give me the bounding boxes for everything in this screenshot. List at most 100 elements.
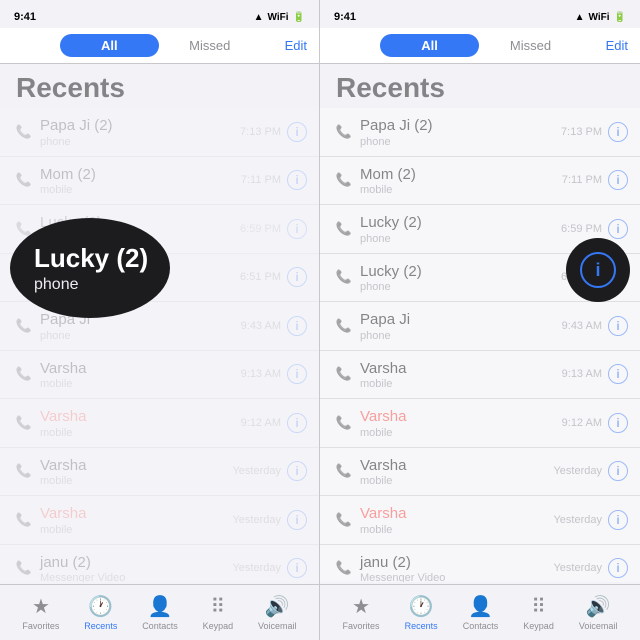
call-direction-icon: 📞 — [16, 124, 32, 140]
info-button[interactable]: i — [608, 558, 628, 578]
call-item-missed: 📞 Varsha mobile 9:12 AM i — [0, 399, 319, 448]
call-type: mobile — [360, 378, 562, 390]
call-direction-icon: 📞 — [16, 415, 32, 431]
call-name: Mom (2) — [360, 165, 562, 185]
call-name: Varsha — [360, 456, 553, 476]
call-info: Papa Ji phone — [360, 310, 562, 342]
call-name: Papa Ji (2) — [40, 116, 240, 136]
calls-left: 📞 Papa Ji (2) phone 7:13 PM i 📞 Mom (2) … — [0, 108, 319, 582]
call-name: Varsha — [40, 359, 241, 379]
nav-label: Recents — [84, 621, 117, 631]
call-time: Yesterday — [553, 465, 602, 477]
nav-label: Keypad — [523, 621, 554, 631]
call-info: Varsha mobile — [40, 504, 232, 536]
battery-icon-right: 🔋 — [614, 12, 626, 23]
call-info: Mom (2) mobile — [360, 165, 562, 197]
call-name: Lucky (2) — [360, 213, 561, 233]
call-type: phone — [360, 233, 561, 245]
call-item-missed: 📞 Varsha mobile Yesterday i — [0, 496, 319, 545]
call-list-left: 📞 Papa Ji (2) phone 7:13 PM i 📞 Mom (2) … — [0, 108, 319, 582]
tab-missed-right[interactable]: Missed — [481, 34, 580, 57]
battery-icon-left: 🔋 — [293, 12, 305, 23]
nav-favorites[interactable]: ★ Favorites — [22, 594, 59, 631]
nav-contacts-right[interactable]: 👤 Contacts — [463, 594, 499, 631]
nav-recents[interactable]: 🕐 Recents — [84, 594, 117, 631]
nav-favorites-right[interactable]: ★ Favorites — [343, 594, 380, 631]
info-button[interactable]: i — [287, 510, 307, 530]
info-button[interactable]: i — [287, 413, 307, 433]
info-button[interactable]: i — [287, 267, 307, 287]
call-info: Varsha mobile — [360, 407, 562, 439]
nav-label: Favorites — [22, 621, 59, 631]
info-button[interactable]: i — [287, 461, 307, 481]
nav-contacts[interactable]: 👤 Contacts — [142, 594, 178, 631]
call-item: 📞 Varsha mobile Yesterday i — [320, 448, 640, 497]
call-name: Lucky (2) — [360, 262, 561, 282]
contacts-icon: 👤 — [148, 594, 173, 619]
recents-title-right: Recents — [320, 64, 640, 108]
call-time: 7:13 PM — [240, 126, 281, 138]
call-item: 📞 Papa Ji (2) phone 7:13 PM i — [0, 108, 319, 157]
edit-btn-left[interactable]: Edit — [285, 38, 307, 53]
info-button[interactable]: i — [608, 122, 628, 142]
nav-label: Contacts — [142, 621, 178, 631]
call-name: Varsha — [40, 456, 232, 476]
nav-recents-right[interactable]: 🕐 Recents — [405, 594, 438, 631]
star-icon: ★ — [352, 594, 370, 619]
nav-keypad-right[interactable]: ⠿ Keypad — [523, 594, 554, 631]
info-button[interactable]: i — [287, 219, 307, 239]
signal-icon-right: ▲ — [575, 12, 585, 23]
nav-voicemail[interactable]: 🔊 Voicemail — [258, 594, 297, 631]
call-type: Messenger Video — [40, 572, 232, 582]
wifi-icon-right: WiFi — [589, 12, 610, 23]
status-icons-left: ▲ WiFi 🔋 — [254, 12, 305, 23]
info-button[interactable]: i — [608, 316, 628, 336]
info-button[interactable]: i — [608, 170, 628, 190]
voicemail-icon: 🔊 — [265, 594, 290, 619]
call-direction-icon: 📞 — [336, 172, 352, 188]
call-type: mobile — [40, 427, 241, 439]
info-button[interactable]: i — [608, 219, 628, 239]
call-info: Varsha mobile — [40, 359, 241, 391]
call-time: 6:59 PM — [240, 223, 281, 235]
nav-label: Voicemail — [579, 621, 618, 631]
call-time: 9:43 AM — [241, 320, 281, 332]
info-button[interactable]: i — [287, 364, 307, 384]
calls-right: 📞 Papa Ji (2) phone 7:13 PM i 📞 Mom (2) … — [320, 108, 640, 582]
tooltip-overlay-left: Lucky (2) phone — [10, 218, 170, 318]
call-direction-icon: 📞 — [16, 172, 32, 188]
nav-voicemail-right[interactable]: 🔊 Voicemail — [579, 594, 618, 631]
call-item: 📞 Varsha mobile Yesterday i — [0, 448, 319, 497]
call-time: 9:13 AM — [562, 368, 602, 380]
call-type: mobile — [360, 475, 553, 487]
nav-keypad[interactable]: ⠿ Keypad — [203, 594, 234, 631]
tab-all-left[interactable]: All — [60, 34, 159, 57]
info-button[interactable]: i — [608, 461, 628, 481]
info-button[interactable]: i — [287, 558, 307, 578]
info-button[interactable]: i — [608, 510, 628, 530]
call-time: Yesterday — [553, 514, 602, 526]
info-button[interactable]: i — [287, 170, 307, 190]
signal-icon-left: ▲ — [254, 12, 264, 23]
info-button[interactable]: i — [608, 364, 628, 384]
nav-label: Voicemail — [258, 621, 297, 631]
call-type: mobile — [40, 524, 232, 536]
call-type: mobile — [40, 184, 241, 196]
info-button[interactable]: i — [287, 122, 307, 142]
call-name: janu (2) — [360, 553, 553, 573]
call-name: Papa Ji — [360, 310, 562, 330]
right-panel: 9:41 ▲ WiFi 🔋 All Missed Edit Recents 📞 … — [320, 0, 640, 640]
call-info: janu (2) Messenger Video — [40, 553, 232, 583]
call-name: janu (2) — [40, 553, 232, 573]
time-right: 9:41 — [334, 11, 356, 23]
tab-missed-left[interactable]: Missed — [161, 34, 260, 57]
call-info: Lucky (2) phone — [360, 262, 561, 294]
info-button[interactable]: i — [287, 316, 307, 336]
call-type: phone — [360, 330, 562, 342]
info-circle-inner[interactable]: i — [580, 252, 616, 288]
edit-btn-right[interactable]: Edit — [606, 38, 628, 53]
tab-bar-left: All Missed Edit — [0, 28, 319, 64]
call-type: phone — [40, 330, 241, 342]
info-button[interactable]: i — [608, 413, 628, 433]
tab-all-right[interactable]: All — [380, 34, 479, 57]
